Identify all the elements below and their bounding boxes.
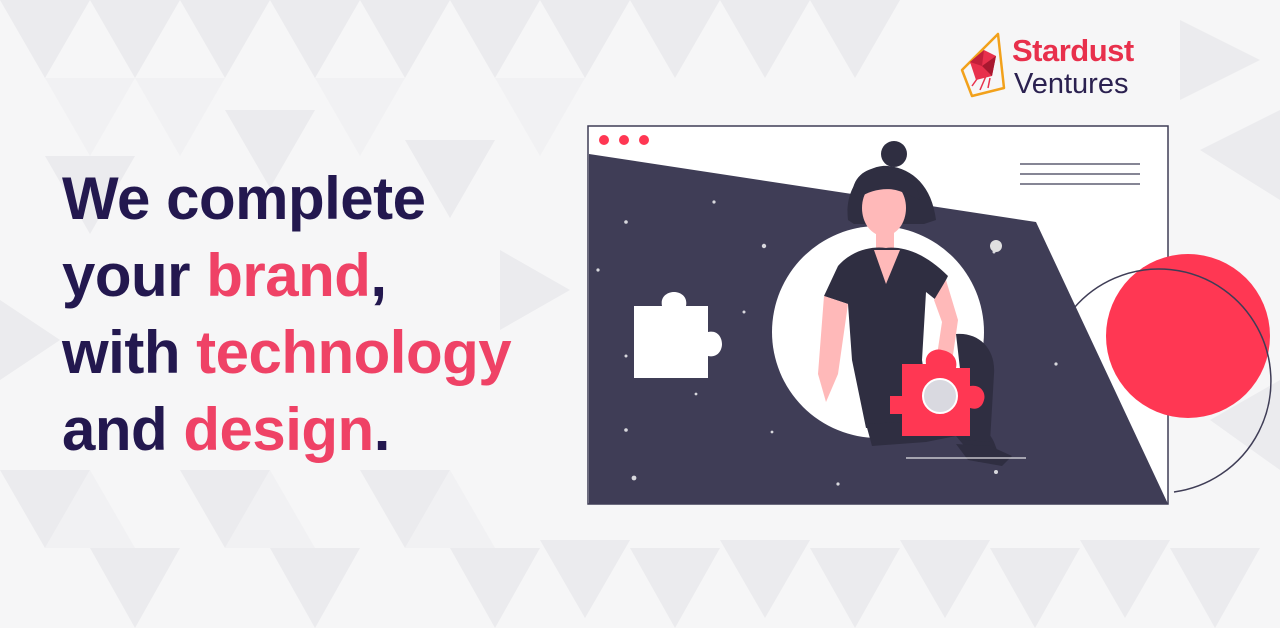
headline-line-1: We complete	[62, 160, 602, 237]
window-dot-icon	[599, 135, 609, 145]
window-dot-icon	[619, 135, 629, 145]
crystal-gem-icon	[960, 32, 1006, 98]
headline-line-2: your brand,	[62, 237, 602, 314]
headline-highlight-brand: brand	[206, 242, 371, 309]
headline-highlight-technology: technology	[196, 319, 512, 386]
headline-text: ,	[370, 242, 387, 309]
headline-text: with	[62, 319, 197, 386]
headline-text: .	[373, 396, 391, 463]
headline-text: your	[62, 242, 207, 309]
brand-logo[interactable]: Stardust Ventures	[958, 32, 1178, 102]
headline-line-3: with technology	[62, 314, 602, 391]
headline-line-4: and design.	[62, 391, 602, 468]
headline-text: We complete	[62, 165, 426, 232]
brand-name-primary: Stardust	[1012, 33, 1134, 68]
headline-highlight-design: design	[183, 396, 374, 463]
planet-dot-icon	[990, 240, 1002, 252]
headline-text: and	[62, 396, 184, 463]
hero-headline: We complete your brand, with technology …	[62, 160, 602, 468]
brand-name-secondary: Ventures	[1014, 68, 1129, 100]
window-dot-icon	[639, 135, 649, 145]
hero-illustration	[587, 125, 1272, 505]
accent-red-circle	[1106, 254, 1270, 418]
